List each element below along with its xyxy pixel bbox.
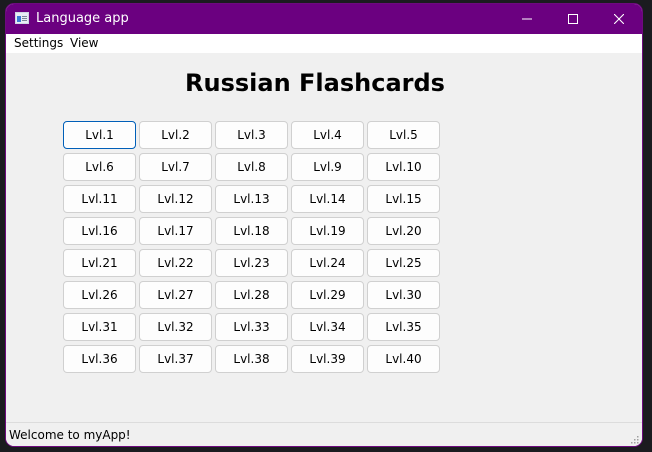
level-button[interactable]: Lvl.2: [139, 121, 212, 149]
level-button[interactable]: Lvl.9: [291, 153, 364, 181]
level-button[interactable]: Lvl.37: [139, 345, 212, 373]
level-button[interactable]: Lvl.29: [291, 281, 364, 309]
level-button[interactable]: Lvl.10: [367, 153, 440, 181]
minimize-button[interactable]: [504, 4, 550, 34]
level-grid: Lvl.1 Lvl.2 Lvl.3 Lvl.4 Lvl.5 Lvl.6 Lvl.7 Lvl.8…: [63, 121, 440, 373]
level-button[interactable]: Lvl.15: [367, 185, 440, 213]
menu-settings[interactable]: Settings: [14, 36, 63, 51]
close-button[interactable]: [596, 4, 642, 34]
level-button[interactable]: Lvl.8: [215, 153, 288, 181]
app-window-icon: [15, 12, 29, 24]
level-button[interactable]: Lvl.4: [291, 121, 364, 149]
level-button[interactable]: Lvl.34: [291, 313, 364, 341]
level-button[interactable]: Lvl.22: [139, 249, 212, 277]
level-button[interactable]: Lvl.7: [139, 153, 212, 181]
level-button[interactable]: Lvl.31: [63, 313, 136, 341]
level-button[interactable]: Lvl.19: [291, 217, 364, 245]
level-button[interactable]: Lvl.32: [139, 313, 212, 341]
close-icon: [614, 14, 624, 24]
page-title: Russian Flashcards: [185, 69, 445, 97]
maximize-icon: [568, 14, 578, 24]
menu-bar: Settings View: [6, 34, 642, 53]
level-button[interactable]: Lvl.26: [63, 281, 136, 309]
level-button[interactable]: Lvl.13: [215, 185, 288, 213]
level-button[interactable]: Lvl.23: [215, 249, 288, 277]
maximize-button[interactable]: [550, 4, 596, 34]
level-button[interactable]: Lvl.3: [215, 121, 288, 149]
menu-view[interactable]: View: [70, 36, 98, 51]
minimize-icon: [522, 18, 532, 20]
level-button[interactable]: Lvl.18: [215, 217, 288, 245]
level-button[interactable]: Lvl.30: [367, 281, 440, 309]
level-button[interactable]: Lvl.39: [291, 345, 364, 373]
level-button[interactable]: Lvl.38: [215, 345, 288, 373]
status-bar: Welcome to myApp!: [6, 422, 642, 446]
level-button[interactable]: Lvl.25: [367, 249, 440, 277]
status-message: Welcome to myApp!: [9, 428, 131, 442]
level-button[interactable]: Lvl.17: [139, 217, 212, 245]
level-button[interactable]: Lvl.14: [291, 185, 364, 213]
level-button[interactable]: Lvl.6: [63, 153, 136, 181]
level-button[interactable]: Lvl.12: [139, 185, 212, 213]
level-button[interactable]: Lvl.35: [367, 313, 440, 341]
title-bar[interactable]: Language app: [6, 4, 642, 34]
window-title: Language app: [36, 11, 129, 26]
level-button[interactable]: Lvl.36: [63, 345, 136, 373]
level-button[interactable]: Lvl.20: [367, 217, 440, 245]
level-button[interactable]: Lvl.27: [139, 281, 212, 309]
level-button[interactable]: Lvl.33: [215, 313, 288, 341]
level-button[interactable]: Lvl.28: [215, 281, 288, 309]
app-window: Language app Settings View Russian Flash…: [6, 4, 642, 446]
level-button[interactable]: Lvl.21: [63, 249, 136, 277]
level-button[interactable]: Lvl.40: [367, 345, 440, 373]
level-button[interactable]: Lvl.11: [63, 185, 136, 213]
resize-grip-icon[interactable]: [630, 435, 639, 444]
level-button[interactable]: Lvl.1: [63, 121, 136, 149]
level-button[interactable]: Lvl.24: [291, 249, 364, 277]
level-button[interactable]: Lvl.5: [367, 121, 440, 149]
level-button[interactable]: Lvl.16: [63, 217, 136, 245]
